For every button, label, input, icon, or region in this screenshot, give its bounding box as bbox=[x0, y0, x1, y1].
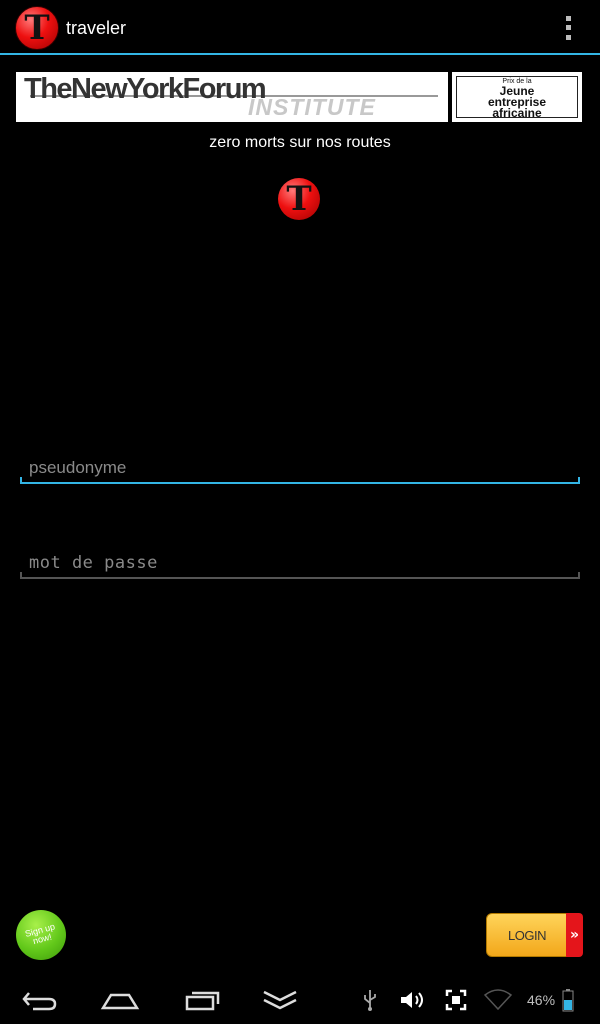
password-input[interactable] bbox=[20, 549, 580, 577]
hide-keyboard-icon[interactable] bbox=[258, 976, 302, 1024]
signup-button[interactable]: Sign up now! bbox=[16, 910, 66, 960]
battery-percent: 46% bbox=[527, 992, 556, 1008]
nyf-banner: TheNewYorkForum INSTITUTE bbox=[16, 72, 448, 122]
recents-icon[interactable] bbox=[180, 976, 224, 1024]
password-tick-left bbox=[20, 572, 22, 579]
username-underline bbox=[20, 482, 580, 484]
home-icon[interactable] bbox=[98, 976, 142, 1024]
action-bar: T traveler bbox=[0, 0, 600, 55]
volume-icon bbox=[398, 976, 428, 1024]
battery-icon bbox=[561, 976, 575, 1024]
login-button[interactable]: LOGIN » bbox=[486, 913, 583, 957]
login-arrow-icon: » bbox=[566, 913, 583, 957]
center-logo-icon: T bbox=[278, 178, 320, 220]
username-input[interactable] bbox=[20, 454, 580, 482]
tagline: zero morts sur nos routes bbox=[209, 134, 391, 151]
signup-label: Sign up now! bbox=[23, 921, 56, 947]
overflow-menu-icon[interactable] bbox=[560, 14, 576, 42]
password-underline bbox=[20, 577, 580, 579]
app-logo-icon[interactable]: T bbox=[15, 6, 59, 50]
username-tick-left bbox=[20, 477, 22, 484]
app-title: traveler bbox=[66, 18, 127, 38]
login-label: LOGIN bbox=[486, 913, 568, 957]
prize-name-3: africaine bbox=[492, 106, 542, 120]
action-bar-divider bbox=[0, 53, 600, 55]
prize-badge: Prix de la Jeune entreprise africaine bbox=[452, 72, 582, 122]
password-field[interactable] bbox=[20, 549, 580, 579]
back-icon[interactable] bbox=[18, 976, 62, 1024]
wifi-icon bbox=[482, 976, 514, 1024]
username-tick-right bbox=[578, 477, 580, 484]
banner-brand: TheNewYorkForum bbox=[24, 73, 267, 105]
username-field[interactable] bbox=[20, 454, 580, 484]
system-nav-bar: 46% bbox=[0, 976, 600, 1024]
banner-sub: INSTITUTE bbox=[248, 94, 376, 120]
screenshot-icon bbox=[443, 976, 469, 1024]
password-tick-right bbox=[578, 572, 580, 579]
usb-icon bbox=[358, 976, 382, 1024]
